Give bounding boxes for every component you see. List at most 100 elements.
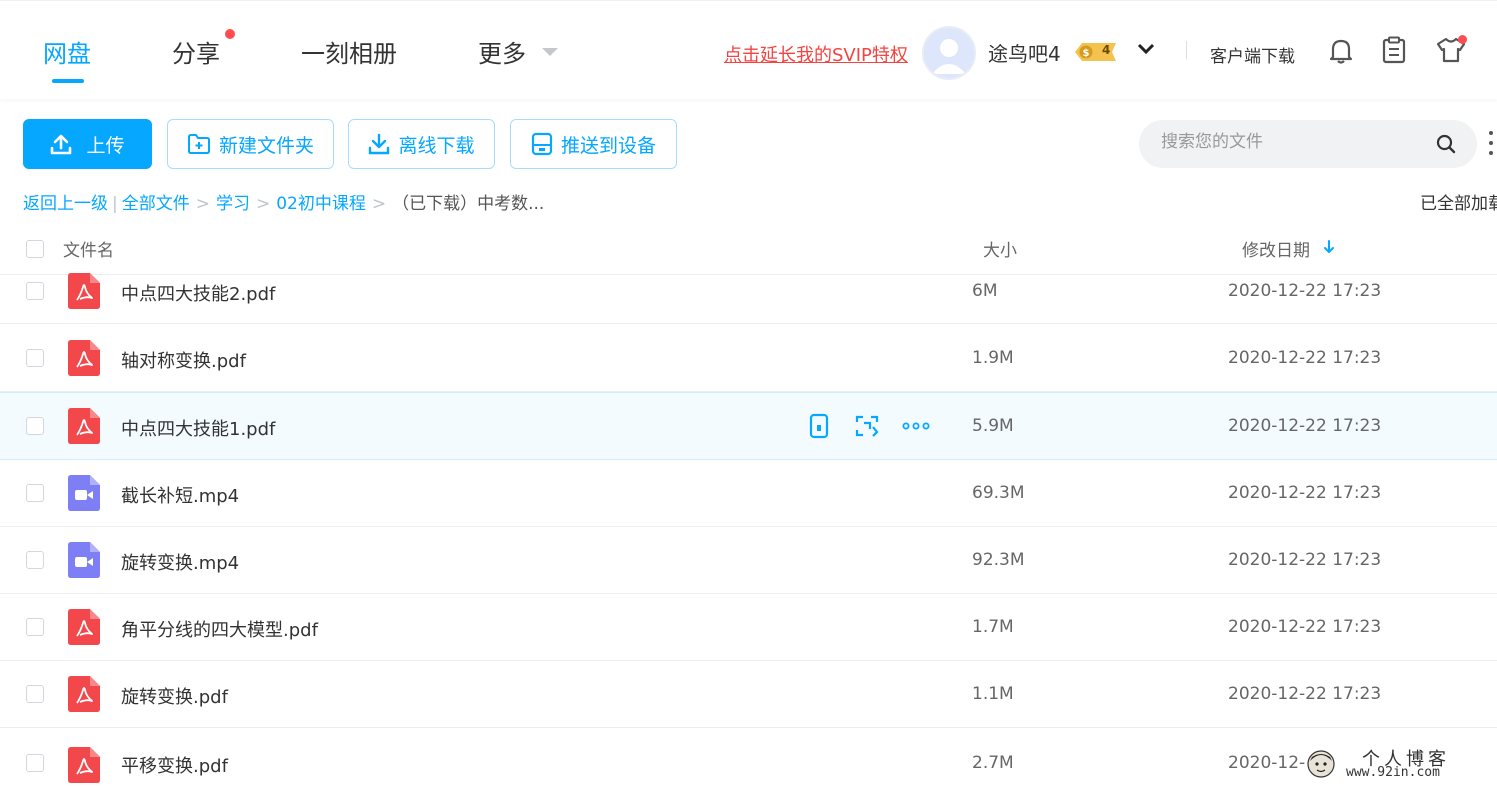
- clipboard-icon[interactable]: [1382, 36, 1406, 68]
- sort-descending-icon[interactable]: [1322, 239, 1336, 259]
- search-input[interactable]: [1161, 132, 1421, 152]
- watermark-avatar-icon: [1307, 750, 1335, 778]
- table-row[interactable]: 旋转变换.pdf 1.1M 2020-12-22 17:23: [0, 661, 1497, 728]
- share-notification-dot: [225, 29, 235, 39]
- new-folder-label: 新建文件夹: [218, 134, 314, 157]
- new-folder-icon: [187, 134, 210, 154]
- offline-download-button[interactable]: 离线下载: [348, 119, 495, 169]
- push-to-device-label: 推送到设备: [560, 134, 656, 157]
- file-name[interactable]: 中点四大技能1.pdf: [121, 415, 275, 441]
- table-row[interactable]: 旋转变换.mp4 92.3M 2020-12-22 17:23: [0, 527, 1497, 594]
- row-checkbox[interactable]: [26, 349, 44, 367]
- tab-share[interactable]: 分享: [172, 34, 220, 69]
- bell-icon[interactable]: [1328, 37, 1354, 69]
- offline-download-label: 离线下载: [398, 134, 475, 157]
- table-row[interactable]: 轴对称变换.pdf 1.9M 2020-12-22 17:23: [0, 325, 1497, 392]
- avatar[interactable]: [922, 26, 976, 80]
- tab-more[interactable]: 更多: [478, 34, 526, 69]
- row-checkbox[interactable]: [26, 551, 44, 569]
- push-to-device-icon[interactable]: [806, 413, 832, 439]
- breadcrumb: 返回上一级 | 全部文件 > 学习 >02初中课程 > （已下载）中考数...: [23, 189, 544, 214]
- file-date: 2020-12-22 17:23: [1228, 348, 1382, 368]
- row-checkbox[interactable]: [26, 754, 44, 772]
- upload-label: 上传: [86, 134, 125, 157]
- select-all-checkbox[interactable]: [26, 240, 44, 258]
- theme-notification-dot: [1458, 35, 1467, 44]
- push-to-device-button[interactable]: 推送到设备: [510, 119, 677, 169]
- download-icon: [369, 133, 390, 155]
- file-date: 2020-12-22 17:23: [1228, 617, 1382, 637]
- file-date: 2020-12-: [1228, 753, 1306, 773]
- svip-renew-link[interactable]: 点击延长我的SVIP特权: [724, 41, 908, 67]
- username[interactable]: 途鸟吧4: [988, 38, 1061, 67]
- file-size: 1.7M: [972, 617, 1014, 637]
- client-download-link[interactable]: 客户端下载: [1210, 42, 1295, 67]
- svg-text:$: $: [1083, 48, 1090, 59]
- file-size: 1.1M: [972, 684, 1014, 704]
- breadcrumb-current: （已下载）中考数...: [392, 194, 545, 214]
- file-name[interactable]: 旋转变换.mp4: [121, 549, 239, 575]
- video-file-icon: [68, 542, 100, 578]
- watermark-url: www.92in.com: [1346, 765, 1440, 780]
- file-size: 69.3M: [972, 483, 1025, 503]
- pdf-file-icon: [68, 609, 100, 645]
- breadcrumb-all-files[interactable]: 全部文件: [122, 194, 190, 214]
- file-date: 2020-12-22 17:23: [1228, 483, 1382, 503]
- row-checkbox[interactable]: [26, 281, 44, 300]
- video-file-icon: [68, 475, 100, 511]
- file-date: 2020-12-22 17:23: [1228, 416, 1382, 436]
- share-link-icon[interactable]: [854, 413, 880, 439]
- file-name[interactable]: 平移变换.pdf: [121, 752, 228, 778]
- table-row[interactable]: 截长补短.mp4 69.3M 2020-12-22 17:23: [0, 460, 1497, 527]
- file-size: 1.9M: [972, 348, 1014, 368]
- file-name[interactable]: 中点四大技能2.pdf: [121, 280, 275, 306]
- upload-button[interactable]: 上传: [23, 119, 152, 169]
- pdf-file-icon: [68, 408, 100, 444]
- table-row[interactable]: 平移变换.pdf 2.7M 2020-12-: [0, 728, 1497, 786]
- row-checkbox[interactable]: [26, 417, 44, 435]
- breadcrumb-junior-course[interactable]: 02初中课程: [276, 194, 366, 214]
- breadcrumb-separator: >: [195, 194, 210, 214]
- table-row-hovered[interactable]: 中点四大技能1.pdf 5.9M 2020-12-22 17:23: [0, 392, 1497, 460]
- file-size: 6M: [972, 280, 998, 301]
- level-badge-number: 4: [1102, 43, 1111, 57]
- file-date: 2020-12-22 17:23: [1228, 280, 1382, 301]
- breadcrumb-divider: |: [112, 194, 118, 214]
- new-folder-button[interactable]: 新建文件夹: [167, 119, 334, 169]
- device-icon: [531, 132, 553, 156]
- file-name[interactable]: 截长补短.mp4: [121, 482, 239, 508]
- pdf-file-icon: [68, 676, 100, 712]
- table-row[interactable]: 角平分线的四大模型.pdf 1.7M 2020-12-22 17:23: [0, 594, 1497, 661]
- file-name[interactable]: 旋转变换.pdf: [121, 683, 228, 709]
- account-dropdown-icon[interactable]: [1136, 41, 1156, 61]
- back-link[interactable]: 返回上一级: [23, 194, 108, 214]
- pdf-file-icon: [68, 340, 100, 376]
- file-name[interactable]: 轴对称变换.pdf: [121, 347, 246, 373]
- pdf-file-icon: [68, 747, 100, 783]
- tab-moment-album[interactable]: 一刻相册: [301, 34, 397, 69]
- divider: [1186, 41, 1187, 59]
- file-name[interactable]: 角平分线的四大模型.pdf: [121, 616, 318, 642]
- file-date: 2020-12-22 17:23: [1228, 684, 1382, 704]
- upload-icon: [51, 134, 72, 155]
- more-actions-icon[interactable]: [902, 413, 930, 439]
- row-checkbox[interactable]: [26, 685, 44, 703]
- search-box: [1139, 120, 1477, 168]
- breadcrumb-separator: >: [371, 194, 387, 214]
- breadcrumb-separator: >: [255, 194, 271, 214]
- row-checkbox[interactable]: [26, 484, 44, 502]
- level-badge: $ 4: [1072, 40, 1120, 64]
- table-row[interactable]: 中点四大技能2.pdf 6M 2020-12-22 17:23: [0, 258, 1497, 324]
- pdf-file-icon: [68, 272, 100, 309]
- more-dropdown-icon[interactable]: [542, 48, 558, 56]
- breadcrumb-study[interactable]: 学习: [216, 194, 250, 214]
- row-checkbox[interactable]: [26, 618, 44, 636]
- search-icon[interactable]: [1435, 133, 1457, 155]
- row-actions: [806, 413, 930, 439]
- file-size: 5.9M: [972, 416, 1014, 436]
- file-date: 2020-12-22 17:23: [1228, 550, 1382, 570]
- tab-netdisk[interactable]: 网盘: [43, 34, 91, 69]
- file-size: 92.3M: [972, 550, 1025, 570]
- more-options-icon[interactable]: [1488, 130, 1494, 160]
- blog-watermark: 个人博客 www.92in.com: [1300, 745, 1490, 783]
